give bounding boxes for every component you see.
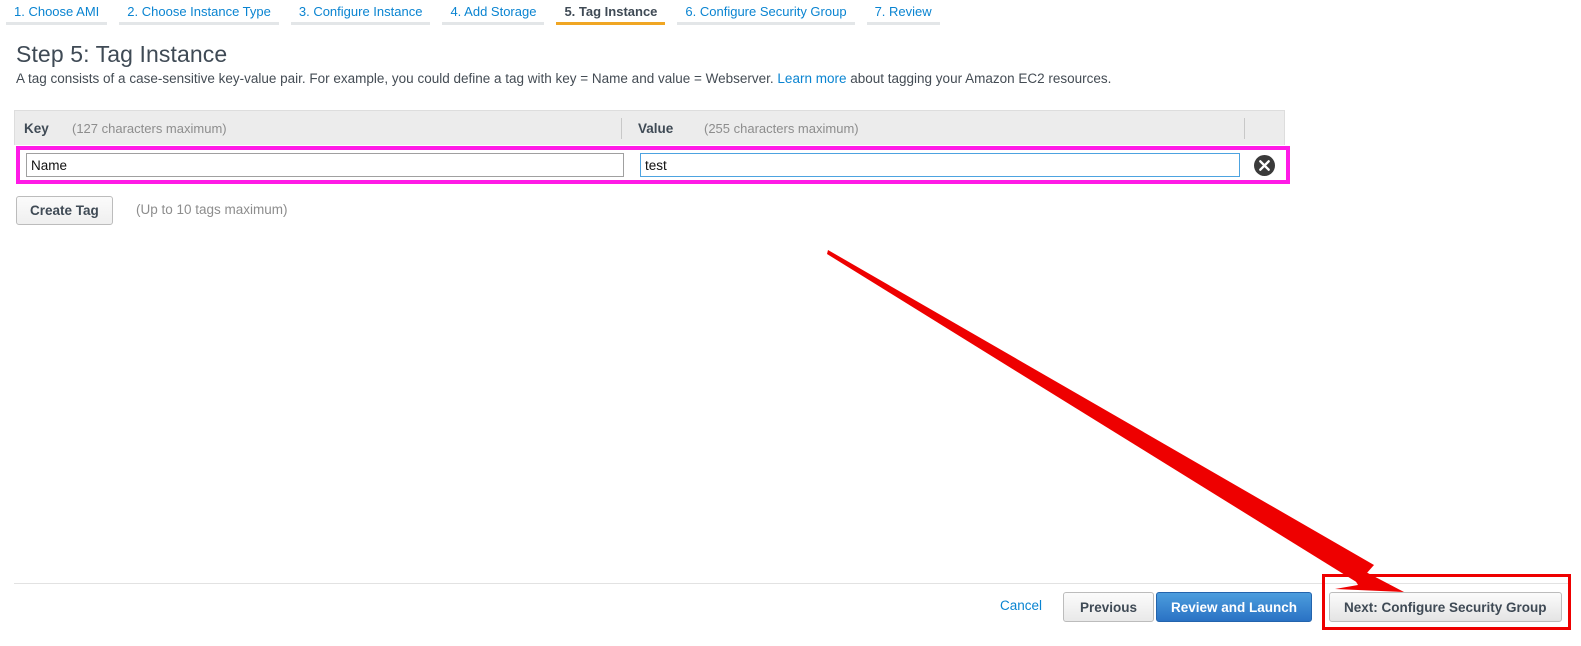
learn-more-link[interactable]: Learn more <box>777 71 846 86</box>
tab-underline <box>119 22 279 25</box>
tab-underline <box>677 22 855 25</box>
column-header-value: Value <box>638 120 674 136</box>
column-hint-key: (127 characters maximum) <box>72 120 227 136</box>
footer-divider <box>14 583 1570 584</box>
cancel-button[interactable]: Cancel <box>1000 598 1042 613</box>
close-circle-icon[interactable] <box>1254 155 1275 176</box>
wizard-tab-tag-instance[interactable]: 5. Tag Instance <box>550 0 671 25</box>
description-text-after: about tagging your Amazon EC2 resources. <box>850 71 1112 86</box>
wizard-tab-configure-instance[interactable]: 3. Configure Instance <box>285 0 437 25</box>
create-tag-button[interactable]: Create Tag <box>16 196 113 225</box>
wizard-tab-label: 3. Configure Instance <box>298 4 423 19</box>
wizard-tab-choose-instance-type[interactable]: 2. Choose Instance Type <box>113 0 285 25</box>
table-row <box>20 150 1286 180</box>
page-title: Step 5: Tag Instance <box>16 41 228 67</box>
tag-key-input[interactable] <box>26 153 624 177</box>
tag-value-input[interactable] <box>640 153 1240 177</box>
tab-underline <box>290 22 431 25</box>
tab-underline <box>442 22 545 25</box>
wizard-tab-label: 7. Review <box>874 4 932 19</box>
column-hint-value: (255 characters maximum) <box>704 120 859 136</box>
wizard-tab-configure-security-group[interactable]: 6. Configure Security Group <box>671 0 860 25</box>
create-tag-hint: (Up to 10 tags maximum) <box>136 202 288 217</box>
wizard-tab-add-storage[interactable]: 4. Add Storage <box>436 0 550 25</box>
wizard-tab-label: 5. Tag Instance <box>564 4 658 19</box>
description-text-before: A tag consists of a case-sensitive key-v… <box>16 71 774 86</box>
footer-action-bar: Cancel Previous Review and Launch Next: … <box>0 592 1581 622</box>
column-divider-actions <box>1244 118 1245 139</box>
tag-table: Key (127 characters maximum) Value (255 … <box>14 110 1285 145</box>
wizard-tab-bar: 1. Choose AMI 2. Choose Instance Type 3.… <box>0 0 1581 28</box>
review-and-launch-button[interactable]: Review and Launch <box>1156 592 1313 622</box>
column-divider <box>621 118 622 139</box>
wizard-tab-label: 2. Choose Instance Type <box>127 4 271 19</box>
tag-table-header-row: Key (127 characters maximum) Value (255 … <box>14 110 1285 145</box>
wizard-tab-review[interactable]: 7. Review <box>861 0 946 25</box>
wizard-tab-label: 6. Configure Security Group <box>685 4 847 19</box>
page-description: A tag consists of a case-sensitive key-v… <box>16 70 1111 88</box>
tab-underline <box>6 22 108 25</box>
callout-arrow-annotation <box>827 250 1404 592</box>
column-header-key: Key <box>24 120 49 136</box>
next-configure-security-group-button[interactable]: Next: Configure Security Group <box>1329 592 1562 622</box>
wizard-tab-label: 4. Add Storage <box>450 4 537 19</box>
wizard-tab-label: 1. Choose AMI <box>14 4 100 19</box>
tab-underline-active <box>556 22 666 25</box>
tab-underline <box>866 22 940 25</box>
previous-button[interactable]: Previous <box>1063 592 1155 622</box>
wizard-tab-choose-ami[interactable]: 1. Choose AMI <box>0 0 113 25</box>
